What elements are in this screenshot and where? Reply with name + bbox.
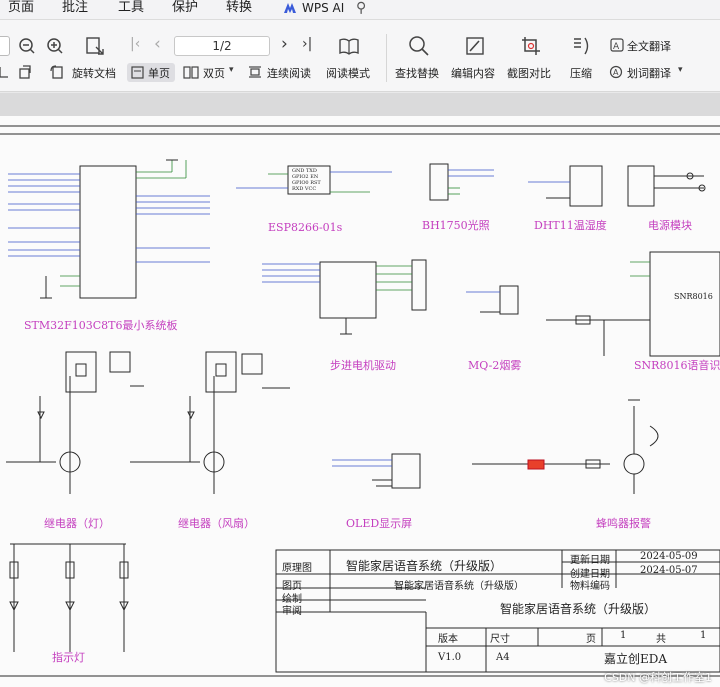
rotate-doc-label[interactable]: 旋转文档	[72, 65, 116, 81]
last-page-icon[interactable]: ›|	[302, 36, 312, 52]
label-power: 电源模块	[648, 219, 692, 232]
compress-icon[interactable]	[571, 35, 593, 57]
single-page-label: 单页	[148, 67, 170, 80]
tb-review-label: 审阅	[282, 606, 302, 617]
tb-total-num: 1	[700, 630, 707, 641]
schematic-page[interactable]: STM32F103C8T6最小系统板 ESP8266-01s BH1750光照 …	[0, 116, 720, 687]
reading-mode-label[interactable]: 阅读模式	[326, 65, 370, 81]
svg-text:A: A	[613, 42, 620, 52]
tb-main-title: 智能家居语音系统（升级版）	[500, 602, 657, 616]
tb-version: V1.0	[438, 652, 462, 663]
double-page-label[interactable]: 双页	[203, 65, 225, 81]
label-relay-light: 继电器（灯）	[44, 517, 110, 530]
tb-version-label: 版本	[438, 634, 458, 645]
tb-page-label: 页	[586, 634, 596, 645]
label-mq2: MQ-2烟雾	[468, 359, 522, 372]
full-translate-icon[interactable]: A	[610, 38, 624, 52]
label-esp8266: ESP8266-01s	[268, 221, 343, 234]
search-icon[interactable]: ⚲	[356, 0, 366, 16]
svg-text:A: A	[613, 68, 619, 77]
menu-bar: 页面 批注 工具 保护 转换 WPS AI ⚲	[0, 0, 720, 20]
reading-mode-icon[interactable]	[338, 35, 360, 57]
menu-page[interactable]: 页面	[8, 0, 34, 16]
screenshot-compare-icon[interactable]	[520, 35, 542, 57]
continuous-read-icon[interactable]	[248, 65, 262, 79]
tb-size: A4	[496, 652, 510, 663]
label-dht11: DHT11温湿度	[534, 219, 607, 232]
screenshot-compare-label[interactable]: 截图对比	[507, 65, 551, 81]
chevron-down-icon[interactable]: ▾	[229, 65, 234, 75]
tb-page-num: 1	[620, 630, 627, 641]
fit-page-icon[interactable]	[84, 35, 106, 57]
label-indicator: 指示灯	[52, 651, 85, 664]
zoom-out-icon[interactable]	[18, 37, 36, 55]
double-page-icon[interactable]	[183, 66, 199, 79]
esp-pin-labels: GND TXD GPIO2 EN GPIO0 RST RXD VCC	[292, 168, 321, 192]
menu-annotate[interactable]: 批注	[62, 0, 88, 16]
label-stepper: 步进电机驱动	[330, 359, 396, 372]
next-page-icon[interactable]: ›	[281, 34, 288, 54]
first-page-icon[interactable]: |‹	[130, 36, 140, 52]
tb-total-label: 共	[656, 634, 666, 645]
tb-update-date: 2024-05-09	[640, 551, 698, 562]
word-translate-icon[interactable]: A	[609, 65, 623, 79]
find-replace-label[interactable]: 查找替换	[395, 65, 439, 81]
label-oled: OLED显示屏	[346, 517, 413, 530]
continuous-read-label[interactable]: 连续阅读	[267, 65, 311, 81]
label-bh1750: BH1750光照	[422, 219, 490, 232]
tb-update-date-label: 更新日期	[570, 555, 610, 566]
prev-page-icon[interactable]: ‹	[154, 34, 161, 54]
compress-label[interactable]: 压缩	[570, 65, 592, 81]
rotate-right-icon[interactable]	[17, 64, 33, 80]
full-translate-label[interactable]: 全文翻译	[627, 38, 671, 54]
snr-chip-label: SNR8016	[674, 292, 713, 301]
page-number-input[interactable]: 1/2	[174, 36, 270, 56]
word-translate-label[interactable]: 划词翻译	[627, 65, 671, 81]
label-snr8016: SNR8016语音识	[634, 359, 720, 372]
watermark: CSDN @科创工作室1	[604, 671, 712, 684]
tb-material-code-label: 物料编码	[570, 581, 610, 592]
edit-content-icon[interactable]	[464, 35, 486, 57]
toolbar: |‹ ‹ 1/2 › ›| A 全文翻译 旋转文档 单页 双页 ▾ 连续阅读 阅…	[0, 20, 720, 92]
tb-create-date: 2024-05-07	[640, 565, 698, 576]
menu-convert[interactable]: 转换	[226, 0, 252, 16]
menu-wps-ai[interactable]: WPS AI	[302, 0, 344, 16]
find-replace-icon[interactable]	[408, 35, 430, 57]
zoom-in-icon[interactable]	[46, 37, 64, 55]
tb-schematic-label: 原理图	[282, 563, 312, 574]
tb-project-title: 智能家居语音系统（升级版）	[346, 559, 503, 573]
rotate-doc-icon[interactable]	[49, 64, 65, 80]
tb-drawing-value: 智能家居语音系统（升级版）	[394, 581, 524, 592]
label-buzzer: 蜂鸣器报警	[596, 517, 651, 530]
chevron-down-icon[interactable]: ▾	[678, 65, 683, 75]
label-relay-fan: 继电器（风扇）	[178, 517, 255, 530]
label-stm32: STM32F103C8T6最小系统板	[24, 319, 178, 332]
edit-content-label[interactable]: 编辑内容	[451, 65, 495, 81]
wps-ai-logo-icon	[284, 3, 296, 13]
menu-protect[interactable]: 保护	[172, 0, 198, 16]
menu-tools[interactable]: 工具	[118, 0, 144, 16]
tb-size-label: 尺寸	[490, 634, 510, 645]
pdf-reader-window: 页面 批注 工具 保护 转换 WPS AI ⚲ |‹ ‹ 1/2 › ›| A …	[0, 0, 720, 687]
tb-company: 嘉立创EDA	[604, 652, 668, 666]
rotate-left-icon[interactable]	[0, 65, 10, 79]
single-page-icon	[131, 66, 144, 79]
zoom-select[interactable]	[0, 36, 10, 56]
